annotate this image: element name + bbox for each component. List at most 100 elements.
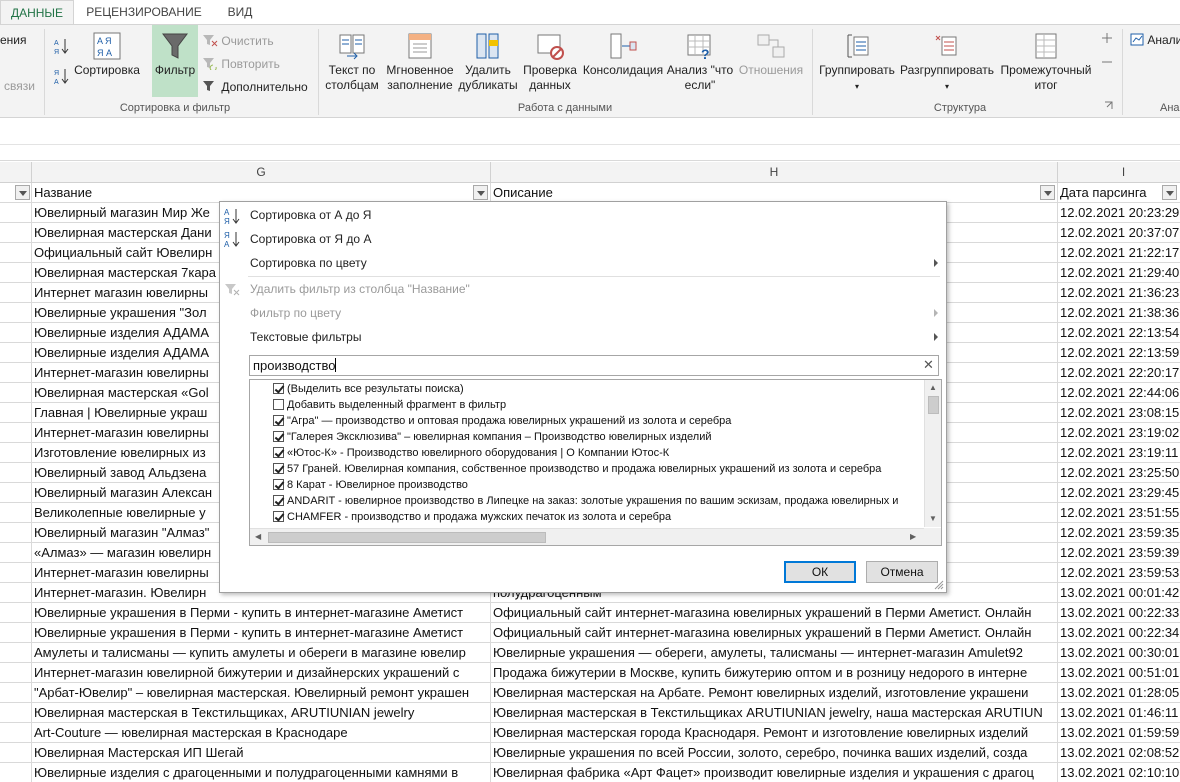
cell-date[interactable]: 13.02.2021 00:01:42 — [1058, 583, 1180, 603]
cell-name[interactable]: Ювелирные изделия с драгоценными и полуд… — [32, 763, 491, 782]
scroll-down-icon[interactable]: ▼ — [929, 514, 937, 524]
cell-description[interactable]: Ювелирная мастерская города Краснодаря. … — [491, 723, 1058, 743]
cell-f[interactable] — [0, 643, 32, 663]
checkbox[interactable] — [273, 447, 284, 458]
checkbox[interactable] — [273, 415, 284, 426]
cell-f[interactable] — [0, 723, 32, 743]
cell-f[interactable] — [0, 343, 32, 363]
cell-date[interactable]: 12.02.2021 21:38:36 — [1058, 303, 1180, 323]
cell-date[interactable]: 13.02.2021 00:51:01 — [1058, 663, 1180, 683]
checkbox[interactable] — [273, 495, 284, 506]
menu-sort-by-color[interactable]: Сортировка по цвету — [250, 252, 367, 274]
cell-description[interactable]: Ювелирные украшения — обереги, амулеты, … — [491, 643, 1058, 663]
cell-f[interactable] — [0, 363, 32, 383]
cell-f[interactable] — [0, 563, 32, 583]
cell-f[interactable] — [0, 703, 32, 723]
scroll-up-icon[interactable]: ▲ — [929, 383, 937, 393]
cell-name[interactable]: Art-Couture — ювелирная мастерская в Кра… — [32, 723, 491, 743]
cell-date[interactable]: 13.02.2021 01:59:59 — [1058, 723, 1180, 743]
checkbox[interactable] — [273, 511, 284, 522]
remove-duplicates-button[interactable]: Удалить дубликаты — [458, 31, 518, 93]
cell-f[interactable] — [0, 523, 32, 543]
cell-date[interactable]: 13.02.2021 00:22:33 — [1058, 603, 1180, 623]
cell-f[interactable] — [0, 283, 32, 303]
cell-description[interactable]: Ювелирная мастерская в Текстильщиках ARU… — [491, 703, 1058, 723]
what-if-button[interactable]: ? Анализ "что если" — [666, 31, 734, 93]
cell-date[interactable]: 12.02.2021 23:59:35 — [1058, 523, 1180, 543]
cell-date[interactable]: 12.02.2021 22:13:59 — [1058, 343, 1180, 363]
sort-za-button[interactable]: ЯA — [50, 67, 72, 89]
cell-date[interactable]: 12.02.2021 23:08:15 — [1058, 403, 1180, 423]
resize-grip-icon[interactable] — [934, 580, 944, 590]
text-to-columns-button[interactable]: Текст по столбцам — [322, 31, 382, 93]
cell-name[interactable]: Ювелирные украшения в Перми - купить в и… — [32, 603, 491, 623]
cell-name[interactable]: Амулеты и талисманы — купить амулеты и о… — [32, 643, 491, 663]
cell-f[interactable] — [0, 763, 32, 782]
tab-review[interactable]: РЕЦЕНЗИРОВАНИЕ — [80, 0, 208, 24]
sort-az-button[interactable]: AЯ — [50, 37, 72, 59]
advanced-button[interactable]: Дополнительно — [202, 79, 308, 95]
filter-dropdown-date[interactable] — [1162, 185, 1177, 200]
sort-button[interactable]: A Я Я A Сортировка — [74, 31, 140, 78]
cell-name[interactable]: Интернет-магазин ювелирной бижутерии и д… — [32, 663, 491, 683]
links-partial-label[interactable]: связи — [4, 79, 35, 94]
ok-button[interactable]: ОК — [784, 561, 856, 583]
cell-f[interactable] — [0, 243, 32, 263]
checkbox[interactable] — [273, 431, 284, 442]
cell-date[interactable]: 12.02.2021 23:25:50 — [1058, 463, 1180, 483]
cell-f[interactable] — [0, 683, 32, 703]
cell-date[interactable]: 12.02.2021 22:44:06 — [1058, 383, 1180, 403]
cell-date[interactable]: 13.02.2021 02:08:52 — [1058, 743, 1180, 763]
cell-date[interactable]: 12.02.2021 23:59:53 — [1058, 563, 1180, 583]
scroll-right-icon[interactable]: ▶ — [910, 532, 916, 542]
filter-dropdown-name[interactable] — [473, 185, 488, 200]
cell-date[interactable]: 12.02.2021 23:19:11 — [1058, 443, 1180, 463]
tab-view[interactable]: ВИД — [212, 0, 268, 24]
cell-name[interactable]: "Арбат-Ювелир" – ювелирная мастерская. Ю… — [32, 683, 491, 703]
cell-date[interactable]: 13.02.2021 01:28:05 — [1058, 683, 1180, 703]
cell-f[interactable] — [0, 403, 32, 423]
list-horizontal-scrollbar[interactable]: ◀ ▶ — [250, 528, 926, 545]
cell-description[interactable]: Ювелирная мастерская на Арбате. Ремонт ю… — [491, 683, 1058, 703]
cell-f[interactable] — [0, 543, 32, 563]
list-vertical-scrollbar[interactable]: ▲ ▼ — [924, 380, 941, 527]
filter-button[interactable]: Фильтр — [152, 25, 198, 97]
cell-date[interactable]: 12.02.2021 21:22:17 — [1058, 243, 1180, 263]
cell-f[interactable] — [0, 623, 32, 643]
reapply-button[interactable]: Повторить — [202, 56, 280, 72]
tab-data[interactable]: ДАННЫЕ — [0, 0, 74, 24]
cell-f[interactable] — [0, 503, 32, 523]
cell-name[interactable]: Ювелирная Мастерская ИП Шегай — [32, 743, 491, 763]
cell-f[interactable] — [0, 423, 32, 443]
column-header-g[interactable]: G — [32, 162, 491, 183]
scroll-thumb[interactable] — [268, 532, 546, 543]
cell-date[interactable]: 12.02.2021 22:20:17 — [1058, 363, 1180, 383]
cell-f[interactable] — [0, 223, 32, 243]
cell-description[interactable]: Продажа бижутерии в Москве, купить бижут… — [491, 663, 1058, 683]
cell-date[interactable]: 12.02.2021 20:37:07 — [1058, 223, 1180, 243]
cell-f[interactable] — [0, 483, 32, 503]
subtotal-button[interactable]: Промежуточный итог — [996, 31, 1096, 93]
cell-name[interactable]: Ювелирные украшения в Перми - купить в и… — [32, 623, 491, 643]
scroll-thumb[interactable] — [928, 396, 939, 414]
cell-description[interactable]: Ювелирные украшения по всей России, золо… — [491, 743, 1058, 763]
cell-name[interactable]: Ювелирная мастерская в Текстильщиках, AR… — [32, 703, 491, 723]
cell-f[interactable] — [0, 303, 32, 323]
checkbox[interactable] — [273, 383, 284, 394]
menu-sort-az[interactable]: Сортировка от А до Я — [250, 204, 371, 226]
menu-sort-za[interactable]: Сортировка от Я до А — [250, 228, 371, 250]
cell-date[interactable]: 12.02.2021 23:19:02 — [1058, 423, 1180, 443]
cell-f[interactable] — [0, 603, 32, 623]
filter-dropdown-f[interactable] — [15, 185, 30, 200]
consolidate-button[interactable]: Консолидация — [582, 31, 664, 78]
cell-date[interactable]: 12.02.2021 21:29:40 — [1058, 263, 1180, 283]
menu-text-filters[interactable]: Текстовые фильтры — [250, 326, 361, 348]
cell-date[interactable]: 12.02.2021 20:23:29 — [1058, 203, 1180, 223]
connections-partial-label[interactable]: ения — [0, 33, 27, 48]
menu-filter-by-color[interactable]: Фильтр по цвету — [250, 302, 341, 324]
cell-f[interactable] — [0, 203, 32, 223]
menu-clear-filter[interactable]: Удалить фильтр из столбца "Название" — [250, 278, 470, 300]
cell-description[interactable]: Официальный сайт интернет-магазина ювели… — [491, 603, 1058, 623]
checkbox[interactable] — [273, 479, 284, 490]
cell-f[interactable] — [0, 323, 32, 343]
